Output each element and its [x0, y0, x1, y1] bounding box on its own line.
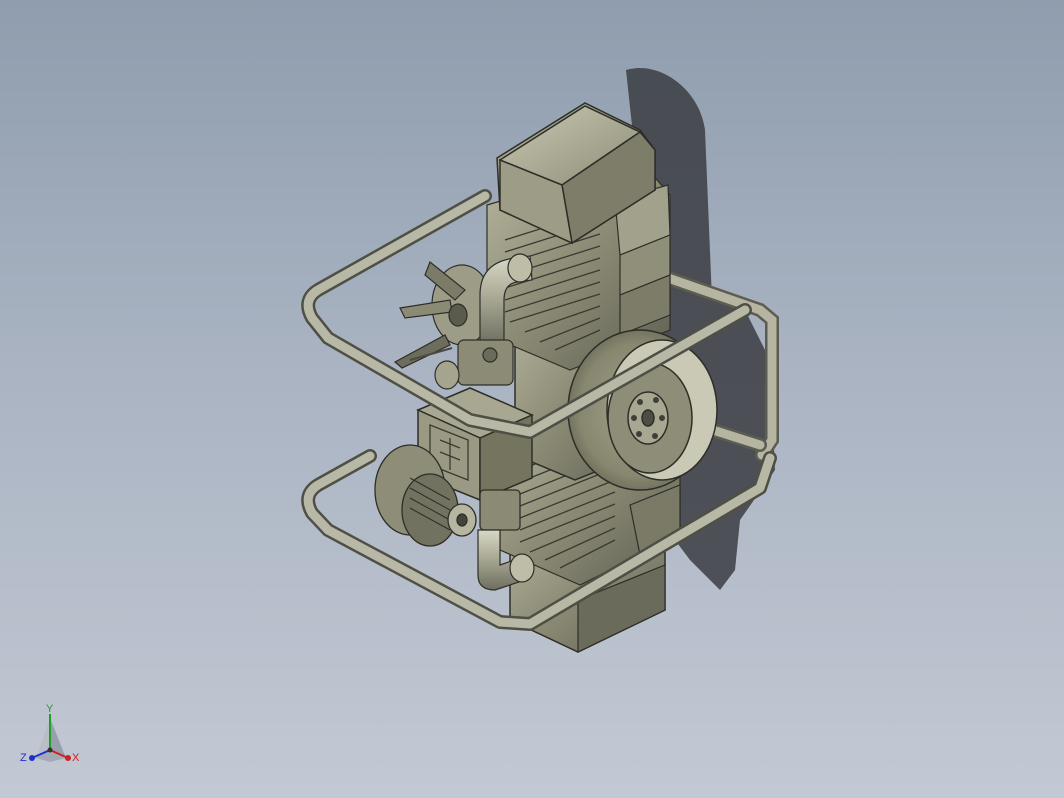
x-axis-label: X — [72, 752, 80, 764]
y-axis-label: Y — [46, 703, 54, 715]
graphics-viewport[interactable]: Y X Z — [0, 0, 1064, 798]
engine-assembly-model[interactable] — [0, 0, 1064, 798]
flywheel-cover — [567, 329, 718, 491]
view-orientation-triad[interactable]: Y X Z — [18, 702, 88, 772]
z-axis-label: Z — [20, 752, 27, 764]
